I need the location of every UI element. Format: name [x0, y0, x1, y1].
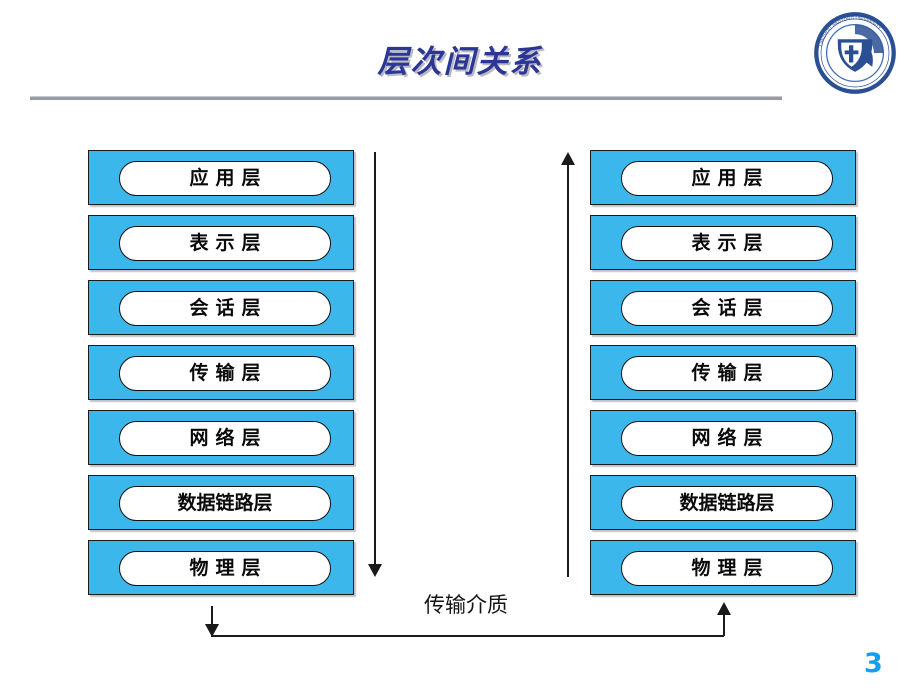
layer-label: 传输层 — [189, 362, 268, 384]
medium-right-arrow-head-icon — [717, 602, 731, 615]
layer-pill: 会话层 — [621, 291, 833, 326]
layer-label: 应用层 — [691, 167, 770, 189]
down-arrow-head-icon — [368, 564, 382, 577]
slide-canvas: 层次间关系 LANZHOU JIAOTONG UNIVERSITY 应用层 表示… — [0, 0, 920, 690]
layer-pill: 物理层 — [621, 551, 833, 586]
layer-label: 应用层 — [189, 167, 268, 189]
layer-pill: 数据链路层 — [119, 486, 331, 521]
layer-label: 物理层 — [189, 557, 268, 579]
layer-pill: 应用层 — [119, 161, 331, 196]
layer-pill: 网络层 — [119, 421, 331, 456]
university-logo-icon: LANZHOU JIAOTONG UNIVERSITY — [812, 10, 898, 96]
layer-pill: 应用层 — [621, 161, 833, 196]
transmission-medium-label: 传输介质 — [424, 593, 508, 617]
layer-box[interactable]: 数据链路层 — [590, 475, 856, 530]
layer-pill: 会话层 — [119, 291, 331, 326]
layer-label: 会话层 — [691, 297, 770, 319]
layer-pill: 传输层 — [119, 356, 331, 391]
layer-box[interactable]: 物理层 — [590, 540, 856, 595]
layer-box[interactable]: 会话层 — [88, 280, 354, 335]
up-arrow-shaft — [567, 165, 569, 577]
layer-pill: 传输层 — [621, 356, 833, 391]
medium-horizontal-line — [211, 635, 724, 637]
layer-box[interactable]: 表示层 — [88, 215, 354, 270]
receiver-protocol-stack: 应用层 表示层 会话层 传输层 网络层 数据链路层 物理层 — [590, 150, 856, 605]
title-divider — [30, 96, 782, 100]
layer-box[interactable]: 应用层 — [88, 150, 354, 205]
layer-pill: 物理层 — [119, 551, 331, 586]
layer-box[interactable]: 传输层 — [590, 345, 856, 400]
layer-label: 数据链路层 — [177, 492, 273, 514]
layer-box[interactable]: 传输层 — [88, 345, 354, 400]
page-number: 3 — [864, 648, 883, 679]
layer-pill: 网络层 — [621, 421, 833, 456]
layer-label: 表示层 — [691, 232, 770, 254]
layer-box[interactable]: 物理层 — [88, 540, 354, 595]
layer-label: 数据链路层 — [679, 492, 775, 514]
page-title: 层次间关系 — [377, 44, 543, 80]
medium-right-shaft — [723, 614, 725, 636]
layer-box[interactable]: 会话层 — [590, 280, 856, 335]
layer-box[interactable]: 表示层 — [590, 215, 856, 270]
layer-label: 传输层 — [691, 362, 770, 384]
layer-box[interactable]: 应用层 — [590, 150, 856, 205]
down-arrow-shaft — [374, 152, 376, 564]
layer-label: 网络层 — [691, 427, 770, 449]
layer-label: 物理层 — [691, 557, 770, 579]
layer-label: 会话层 — [189, 297, 268, 319]
layer-label: 网络层 — [189, 427, 268, 449]
layer-pill: 表示层 — [119, 226, 331, 261]
layer-box[interactable]: 网络层 — [88, 410, 354, 465]
layer-box[interactable]: 数据链路层 — [88, 475, 354, 530]
sender-protocol-stack: 应用层 表示层 会话层 传输层 网络层 数据链路层 物理层 — [88, 150, 354, 605]
layer-label: 表示层 — [189, 232, 268, 254]
layer-pill: 表示层 — [621, 226, 833, 261]
layer-box[interactable]: 网络层 — [590, 410, 856, 465]
layer-pill: 数据链路层 — [621, 486, 833, 521]
up-arrow-head-icon — [561, 152, 575, 165]
